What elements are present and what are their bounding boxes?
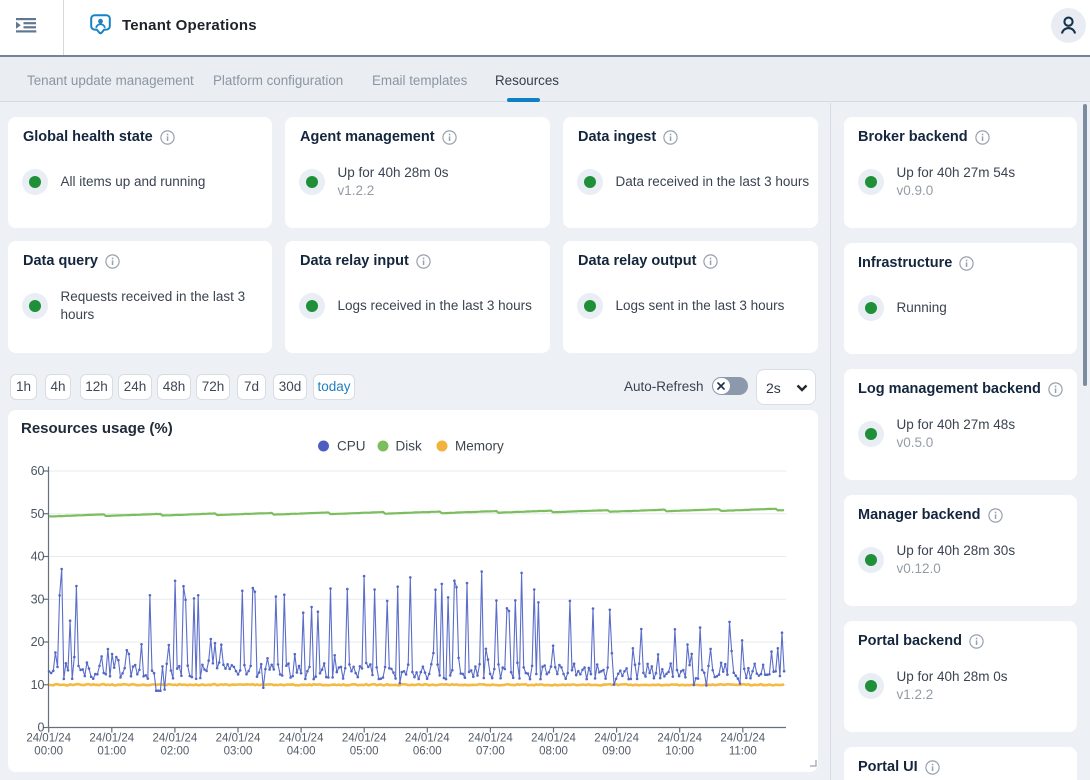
svg-text:Resources usage (%): Resources usage (%) bbox=[21, 420, 173, 437]
svg-text:24/01/24: 24/01/24 bbox=[153, 733, 198, 745]
svg-text:CPU: CPU bbox=[337, 439, 366, 454]
svg-text:07:00: 07:00 bbox=[476, 746, 505, 758]
svg-text:10: 10 bbox=[31, 678, 45, 692]
svg-text:04:00: 04:00 bbox=[287, 746, 316, 758]
svg-text:24/01/24: 24/01/24 bbox=[720, 733, 765, 745]
svg-text:20: 20 bbox=[31, 635, 45, 649]
svg-text:40: 40 bbox=[31, 550, 45, 564]
svg-text:09:00: 09:00 bbox=[602, 746, 631, 758]
svg-text:05:00: 05:00 bbox=[350, 746, 379, 758]
svg-text:10:00: 10:00 bbox=[665, 746, 694, 758]
svg-text:60: 60 bbox=[31, 464, 45, 478]
svg-text:00:00: 00:00 bbox=[34, 746, 63, 758]
svg-text:11:00: 11:00 bbox=[729, 746, 757, 758]
svg-text:Memory: Memory bbox=[455, 439, 504, 454]
svg-text:24/01/24: 24/01/24 bbox=[531, 733, 576, 745]
svg-text:08:00: 08:00 bbox=[539, 746, 568, 758]
svg-text:02:00: 02:00 bbox=[161, 746, 190, 758]
svg-text:24/01/24: 24/01/24 bbox=[26, 733, 71, 745]
svg-text:Disk: Disk bbox=[396, 439, 422, 454]
svg-text:24/01/24: 24/01/24 bbox=[342, 733, 387, 745]
svg-text:50: 50 bbox=[31, 507, 45, 521]
svg-text:06:00: 06:00 bbox=[413, 746, 442, 758]
svg-text:24/01/24: 24/01/24 bbox=[279, 733, 324, 745]
svg-text:24/01/24: 24/01/24 bbox=[89, 733, 134, 745]
svg-text:24/01/24: 24/01/24 bbox=[405, 733, 450, 745]
svg-text:24/01/24: 24/01/24 bbox=[216, 733, 261, 745]
svg-text:24/01/24: 24/01/24 bbox=[594, 733, 639, 745]
svg-text:24/01/24: 24/01/24 bbox=[657, 733, 702, 745]
svg-text:01:00: 01:00 bbox=[97, 746, 126, 758]
svg-text:03:00: 03:00 bbox=[224, 746, 253, 758]
svg-text:30: 30 bbox=[31, 592, 45, 606]
svg-text:24/01/24: 24/01/24 bbox=[468, 733, 513, 745]
